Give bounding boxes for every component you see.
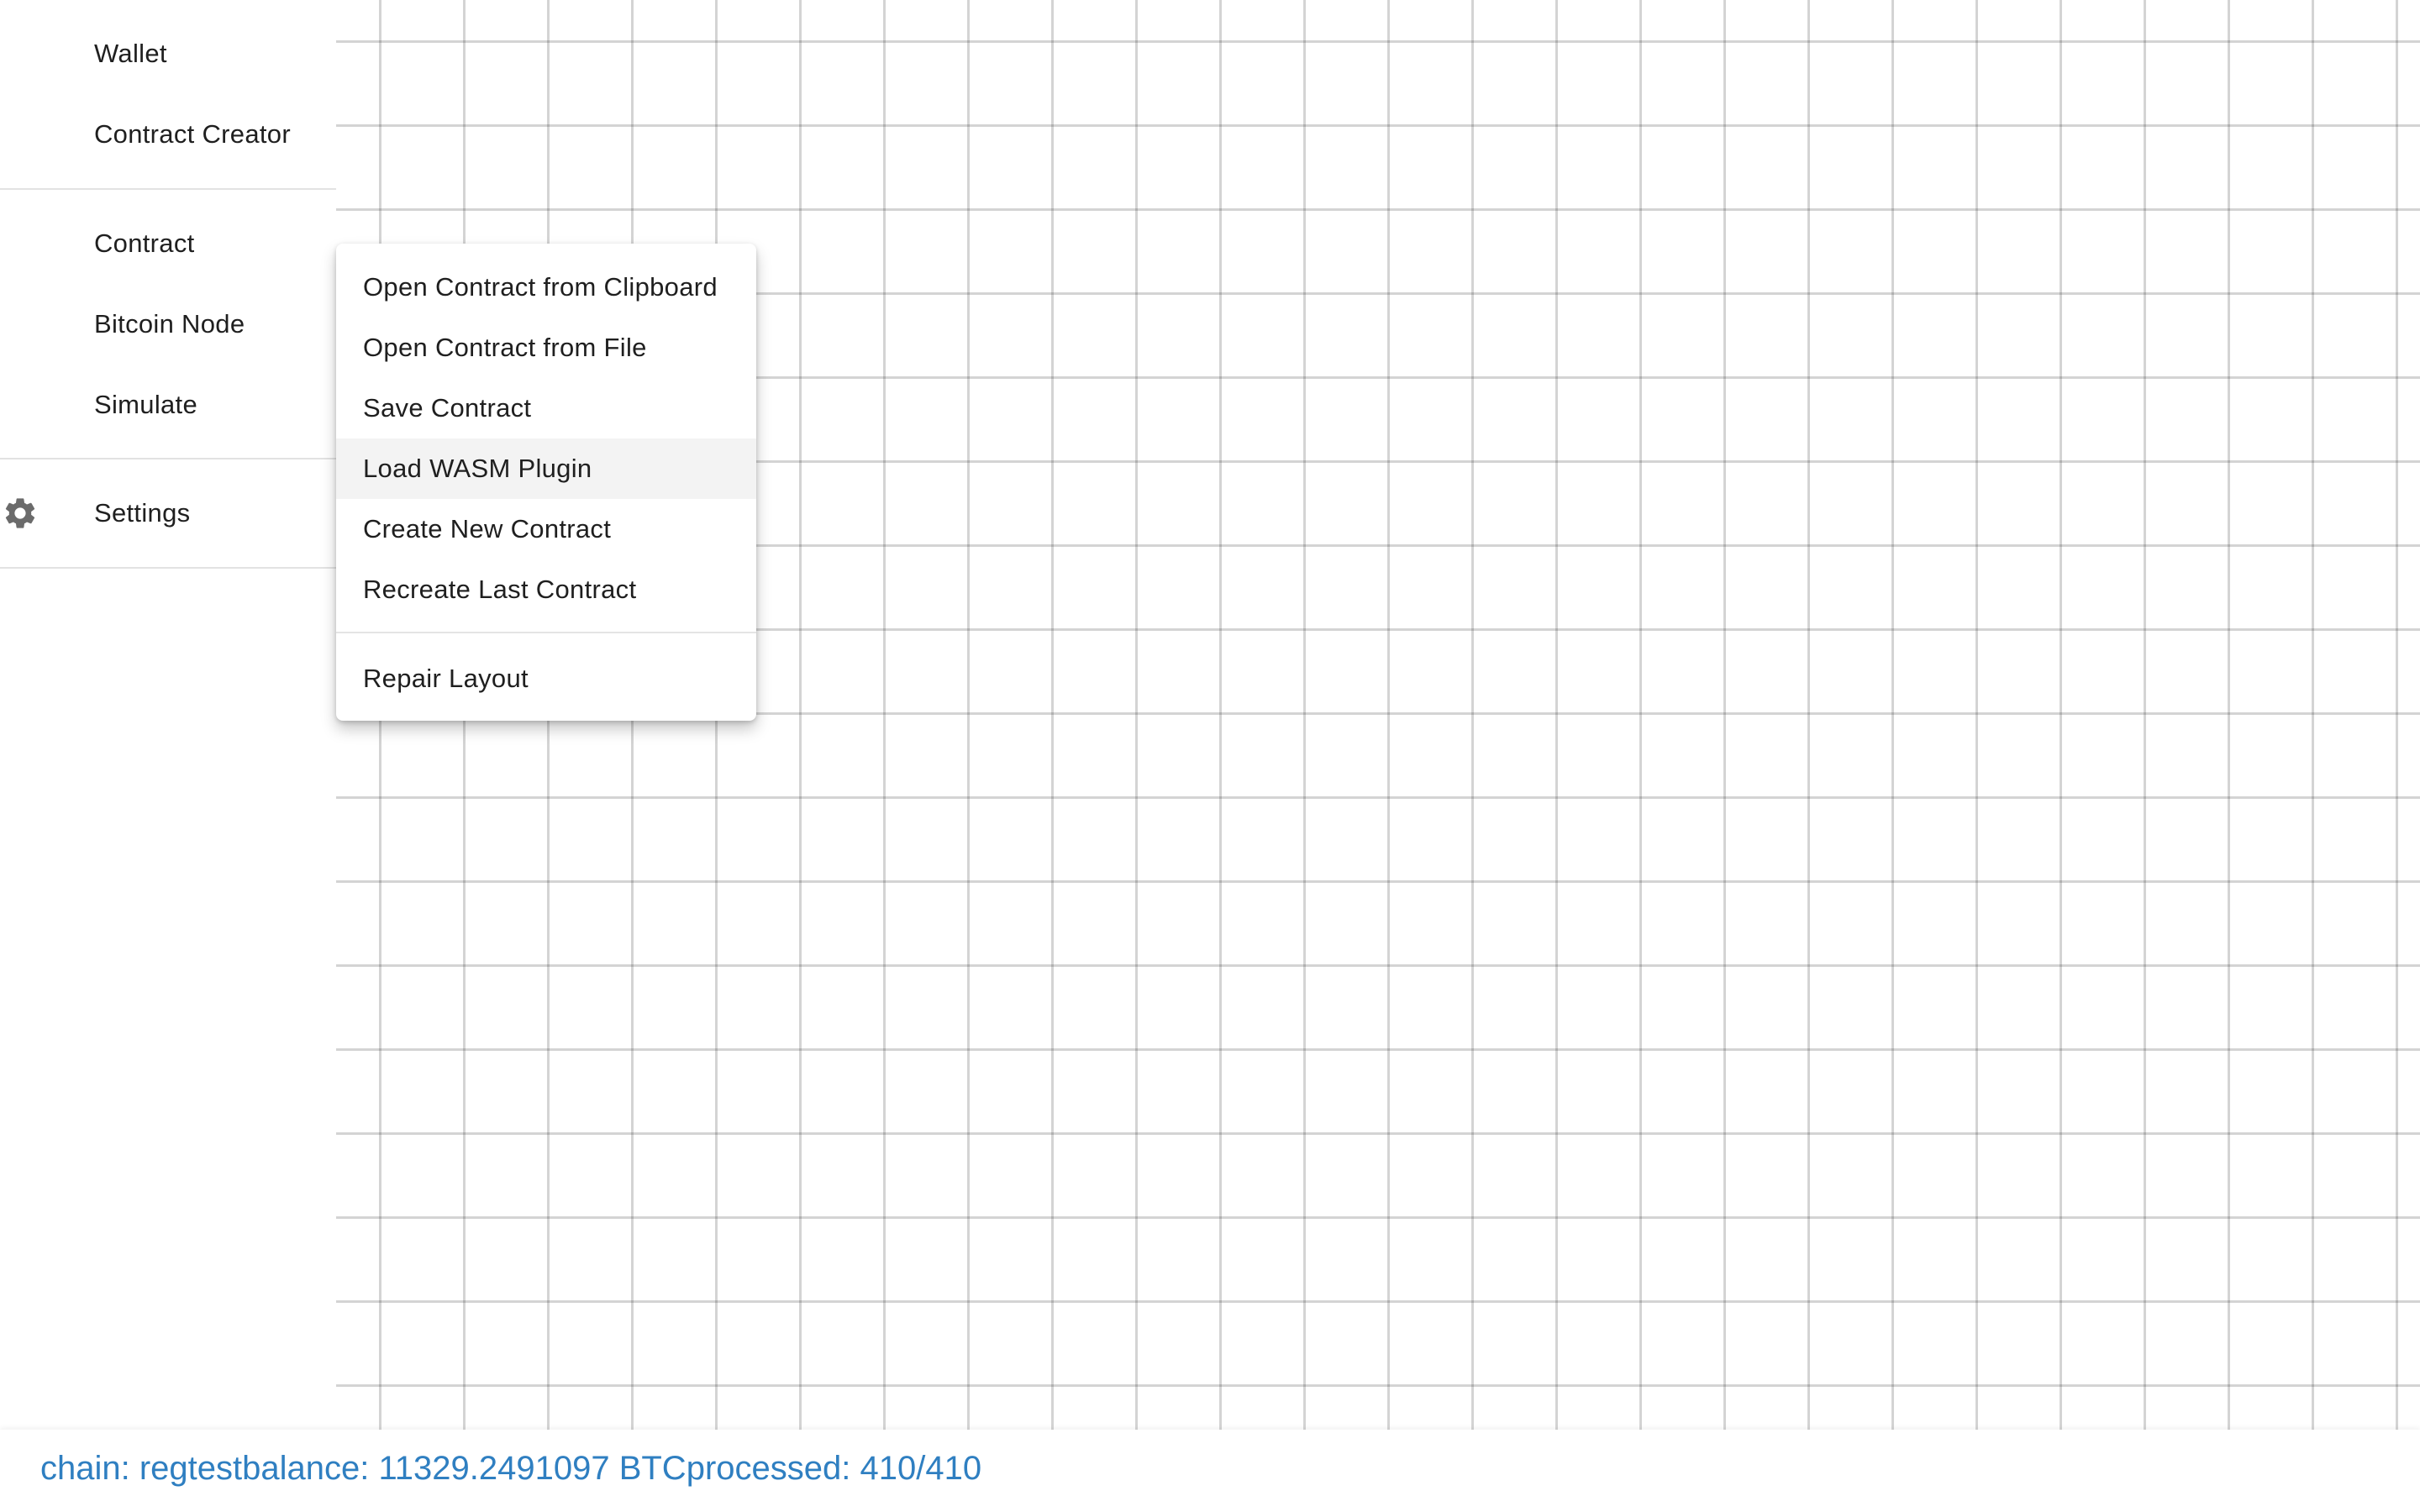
menu-item-label: Create New Contract [363,514,612,543]
menu-item-create-new-contract[interactable]: Create New Contract [336,499,756,559]
menu-item-label: Save Contract [363,393,532,423]
status-processed: processed: 410/410 [686,1450,982,1487]
sidebar-item-settings[interactable]: Settings [0,473,336,554]
sidebar-item-label: Settings [94,498,191,528]
sidebar-divider [0,567,336,569]
sidebar-item-label: Contract Creator [94,119,291,149]
sidebar-item-label: Wallet [94,39,167,68]
status-text: chain: regtestbalance: 11329.2491097 BTC… [40,1450,981,1488]
sidebar-item-wallet[interactable]: Wallet [0,13,336,94]
sidebar-item-bitcoin-node[interactable]: Bitcoin Node [0,284,336,365]
sidebar-divider [0,188,336,190]
sidebar-item-simulate[interactable]: Simulate [0,365,336,445]
menu-item-label: Repair Layout [363,664,529,693]
menu-item-repair-layout[interactable]: Repair Layout [336,648,756,709]
sidebar-item-label: Simulate [94,390,198,419]
menu-item-label: Open Contract from Clipboard [363,272,718,302]
status-bar: chain: regtestbalance: 11329.2491097 BTC… [0,1430,2420,1512]
sidebar-item-contract-creator[interactable]: Contract Creator [0,94,336,175]
menu-item-recreate-last-contract[interactable]: Recreate Last Contract [336,559,756,620]
status-chain: chain: regtest [40,1450,243,1487]
menu-item-label: Recreate Last Contract [363,575,637,604]
sidebar: Wallet Contract Creator Contract Bitcoin… [0,0,336,1430]
gear-icon [2,495,39,532]
contract-context-menu: Open Contract from Clipboard Open Contra… [336,244,756,721]
sidebar-divider [0,458,336,459]
menu-divider [336,632,756,633]
menu-item-open-from-clipboard[interactable]: Open Contract from Clipboard [336,257,756,318]
sidebar-item-contract[interactable]: Contract [0,203,336,284]
status-balance: balance: 11329.2491097 BTC [242,1450,687,1487]
menu-item-label: Load WASM Plugin [363,454,592,483]
menu-item-load-wasm-plugin[interactable]: Load WASM Plugin [336,438,756,499]
sidebar-item-label: Contract [94,228,195,258]
menu-item-save-contract[interactable]: Save Contract [336,378,756,438]
menu-item-open-from-file[interactable]: Open Contract from File [336,318,756,378]
app-window: Wallet Contract Creator Contract Bitcoin… [0,0,2420,1512]
menu-item-label: Open Contract from File [363,333,647,362]
sidebar-item-label: Bitcoin Node [94,309,245,339]
